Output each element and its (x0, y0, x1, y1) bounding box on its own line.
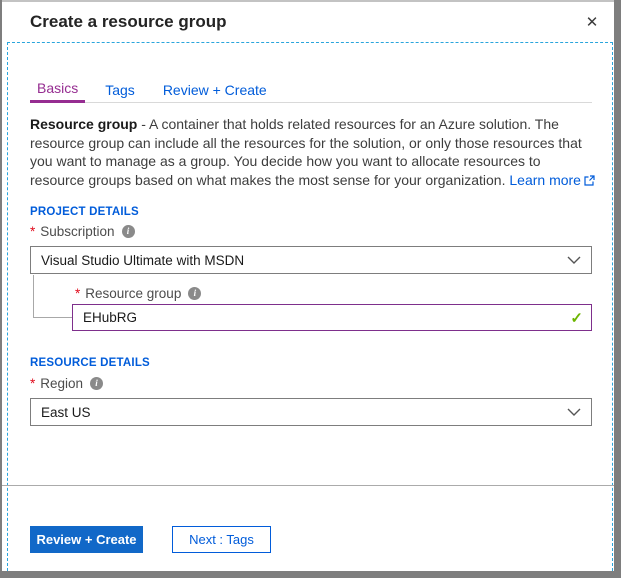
window-frame-right (614, 0, 621, 578)
tab-basics[interactable]: Basics (30, 80, 85, 103)
subscription-value: Visual Studio Ultimate with MSDN (41, 253, 244, 268)
next-tags-button[interactable]: Next : Tags (172, 526, 271, 553)
footer-divider (0, 485, 614, 486)
info-icon[interactable]: i (188, 287, 201, 300)
tree-connector-horizontal (33, 317, 72, 318)
review-create-button[interactable]: Review + Create (30, 526, 143, 553)
subscription-dropdown[interactable]: Visual Studio Ultimate with MSDN (30, 246, 592, 274)
required-asterisk: * (75, 286, 80, 301)
chevron-down-icon (567, 408, 581, 417)
resource-group-description: Resource group - A container that holds … (30, 115, 596, 190)
window-frame-bottom (0, 571, 621, 578)
region-dropdown[interactable]: East US (30, 398, 592, 426)
required-asterisk: * (30, 376, 35, 391)
region-value: East US (41, 405, 91, 420)
close-icon[interactable]: ✕ (583, 13, 601, 31)
project-details-header: PROJECT DETAILS (30, 206, 139, 218)
resource-details-header: RESOURCE DETAILS (30, 357, 150, 369)
resource-group-input[interactable] (72, 304, 592, 331)
region-label: * Region i (30, 376, 103, 391)
chevron-down-icon (567, 256, 581, 265)
info-icon[interactable]: i (122, 225, 135, 238)
window-frame-left (0, 0, 2, 578)
external-link-icon (584, 172, 595, 191)
learn-more-link[interactable]: Learn more (509, 172, 581, 188)
subscription-label: * Subscription i (30, 224, 135, 239)
page-title: Create a resource group (30, 12, 227, 32)
window-frame-top (0, 0, 621, 2)
resource-group-field: ✓ (72, 304, 592, 331)
tree-connector-vertical (33, 275, 34, 317)
create-resource-group-dialog: Create a resource group ✕ Basics Tags Re… (0, 0, 621, 578)
tab-bar: Basics Tags Review + Create (30, 80, 267, 103)
description-lead: Resource group (30, 116, 137, 132)
required-asterisk: * (30, 224, 35, 239)
tab-review-create[interactable]: Review + Create (163, 82, 267, 103)
info-icon[interactable]: i (90, 377, 103, 390)
tab-tags[interactable]: Tags (105, 82, 135, 103)
resource-group-label: * Resource group i (75, 286, 201, 301)
